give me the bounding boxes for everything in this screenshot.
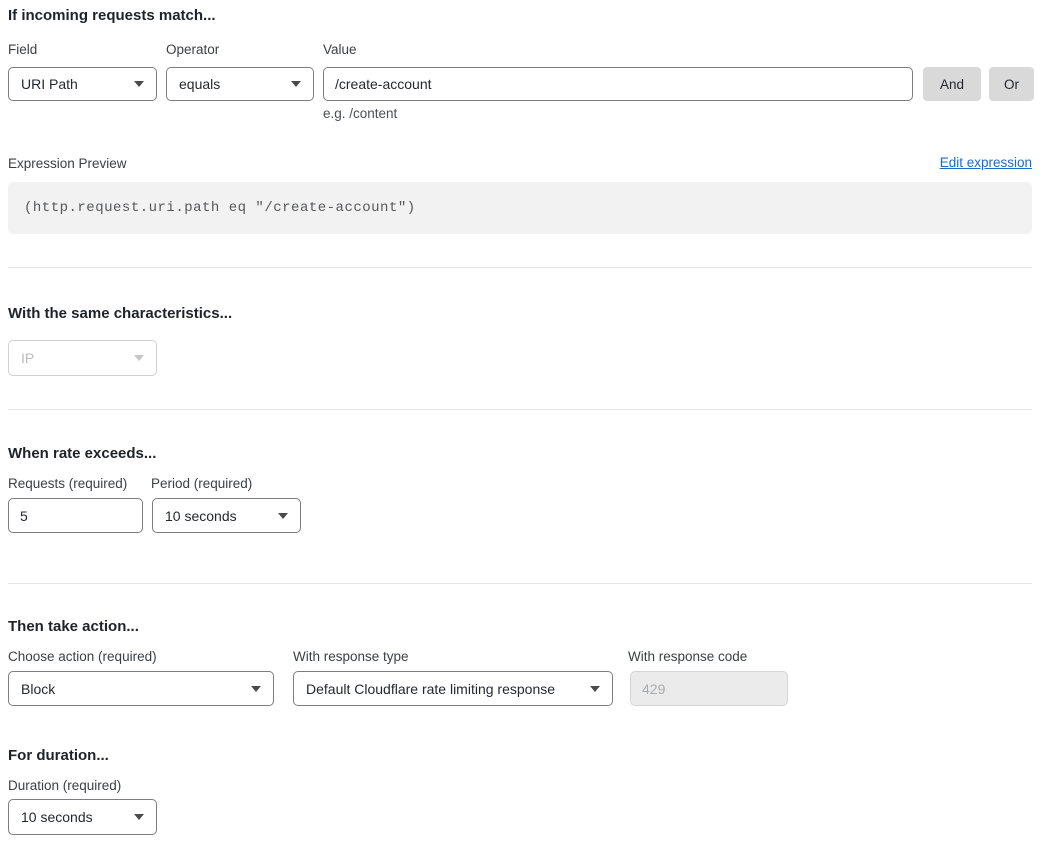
- chevron-down-icon: [134, 814, 144, 820]
- or-button[interactable]: Or: [989, 67, 1034, 101]
- response-type-select[interactable]: Default Cloudflare rate limiting respons…: [293, 671, 613, 706]
- section-divider: [8, 267, 1032, 268]
- characteristic-select: IP: [8, 340, 157, 376]
- requests-label: Requests (required): [8, 476, 127, 492]
- requests-input[interactable]: [8, 498, 143, 533]
- value-input[interactable]: [323, 67, 913, 101]
- response-type-select-value: Default Cloudflare rate limiting respons…: [306, 681, 555, 697]
- period-select-value: 10 seconds: [165, 508, 237, 524]
- operator-select-value: equals: [179, 76, 220, 92]
- field-label: Field: [8, 42, 37, 58]
- period-select[interactable]: 10 seconds: [152, 498, 301, 533]
- chevron-down-icon: [291, 81, 301, 87]
- expression-preview-code: (http.request.uri.path eq "/create-accou…: [8, 182, 1032, 234]
- value-hint: e.g. /content: [323, 106, 397, 122]
- section-title-characteristics: With the same characteristics...: [8, 305, 232, 323]
- value-label: Value: [323, 42, 357, 58]
- response-code-label: With response code: [628, 649, 747, 665]
- chevron-down-icon: [278, 513, 288, 519]
- response-code-input: [630, 671, 788, 706]
- operator-label: Operator: [166, 42, 219, 58]
- operator-select[interactable]: equals: [166, 67, 314, 101]
- chevron-down-icon: [134, 355, 144, 361]
- section-title-take-action: Then take action...: [8, 618, 139, 636]
- duration-label: Duration (required): [8, 778, 121, 794]
- section-divider: [8, 583, 1032, 584]
- and-button[interactable]: And: [923, 67, 981, 101]
- section-title-for-duration: For duration...: [8, 747, 109, 765]
- edit-expression-link[interactable]: Edit expression: [940, 155, 1032, 170]
- duration-select-value: 10 seconds: [21, 809, 93, 825]
- section-title-rate-exceeds: When rate exceeds...: [8, 445, 156, 463]
- rate-limiting-rule-form: If incoming requests match... Field Oper…: [0, 0, 1048, 842]
- choose-action-select[interactable]: Block: [8, 671, 274, 706]
- expression-preview-label: Expression Preview: [8, 156, 127, 172]
- field-select[interactable]: URI Path: [8, 67, 157, 101]
- chevron-down-icon: [251, 686, 261, 692]
- choose-action-select-value: Block: [21, 681, 55, 697]
- section-divider: [8, 409, 1032, 410]
- chevron-down-icon: [590, 686, 600, 692]
- period-label: Period (required): [151, 476, 252, 492]
- chevron-down-icon: [134, 81, 144, 87]
- expression-code-text: (http.request.uri.path eq "/create-accou…: [24, 200, 416, 216]
- response-type-label: With response type: [293, 649, 409, 665]
- duration-select[interactable]: 10 seconds: [8, 799, 157, 835]
- choose-action-label: Choose action (required): [8, 649, 157, 665]
- characteristic-select-value: IP: [21, 350, 34, 366]
- field-select-value: URI Path: [21, 76, 78, 92]
- section-title-incoming-requests: If incoming requests match...: [8, 7, 216, 25]
